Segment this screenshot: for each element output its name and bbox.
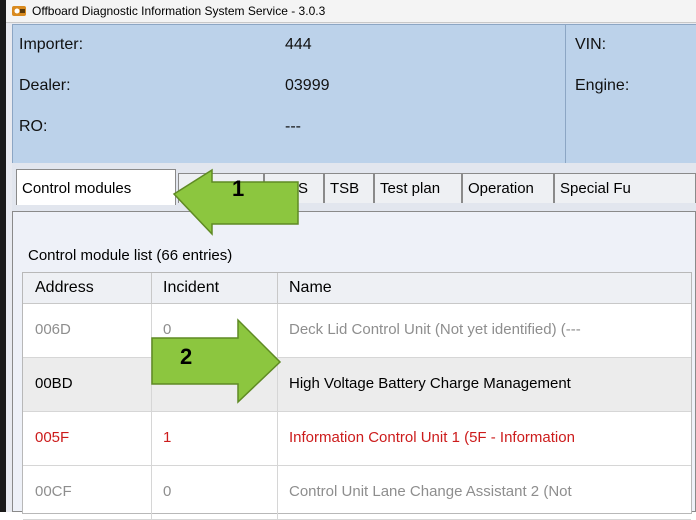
tab-label: Test plan — [380, 180, 441, 197]
callout-number-1: 1 — [232, 176, 245, 201]
column-divider — [151, 412, 152, 465]
callout-number-2: 2 — [180, 344, 193, 369]
incident-cell: 1 — [163, 429, 172, 446]
ro-value: --- — [285, 118, 301, 135]
table-header: Address Incident Name — [23, 273, 691, 304]
tab-label: Control modules — [22, 180, 132, 197]
column-header-incident[interactable]: Incident — [163, 279, 219, 297]
vehicle-info-panel: Importer: 444 Dealer: 03999 RO: --- VIN:… — [12, 24, 696, 164]
dealer-value: 03999 — [285, 77, 330, 94]
name-cell: Deck Lid Control Unit (Not yet identifie… — [289, 321, 581, 338]
table-row-fault[interactable]: 005F 1 Information Control Unit 1 (5F - … — [23, 412, 691, 466]
tab-special-functions[interactable]: Special Fu — [554, 173, 696, 203]
address-cell: 00BD — [35, 375, 73, 392]
column-divider[interactable] — [151, 273, 152, 303]
tab-operation[interactable]: Operation — [462, 173, 554, 203]
vin-label: VIN: — [575, 36, 607, 53]
control-module-list-title: Control module list (66 entries) — [28, 247, 233, 264]
tab-label: Special Fu — [560, 180, 631, 197]
column-divider[interactable] — [277, 273, 278, 303]
tab-strip: Control modules ... DISS TSB Test plan O… — [12, 163, 696, 211]
tab-control-modules[interactable]: Control modules — [16, 169, 176, 205]
engine-label: Engine: — [575, 77, 630, 94]
address-cell: 005F — [35, 429, 70, 446]
address-cell: 006D — [35, 321, 71, 338]
name-cell: High Voltage Battery Charge Management — [289, 375, 571, 392]
dealer-label: Dealer: — [19, 77, 71, 94]
tab-label: TSB — [330, 180, 360, 197]
odis-app-icon — [12, 6, 26, 16]
column-header-address[interactable]: Address — [35, 279, 94, 297]
ro-label: RO: — [19, 118, 48, 135]
info-divider — [565, 25, 566, 163]
tab-test-plan[interactable]: Test plan — [374, 173, 462, 203]
column-divider — [151, 466, 152, 519]
name-cell: Control Unit Lane Change Assistant 2 (No… — [289, 483, 572, 500]
control-module-table: Address Incident Name 006D 0 Deck Lid Co… — [22, 272, 692, 520]
name-cell: Information Control Unit 1 (5F - Informa… — [289, 429, 575, 446]
column-divider — [277, 466, 278, 519]
callout-arrow-2 — [151, 318, 282, 404]
title-bar: Offboard Diagnostic Information System S… — [6, 0, 696, 23]
address-cell: 00CF — [35, 483, 72, 500]
window-title: Offboard Diagnostic Information System S… — [32, 4, 326, 18]
column-header-name[interactable]: Name — [289, 279, 332, 297]
tab-tsb[interactable]: TSB — [324, 173, 374, 203]
importer-label: Importer: — [19, 36, 84, 53]
table-row[interactable]: 006D 0 Deck Lid Control Unit (Not yet id… — [23, 304, 691, 358]
incident-cell: 0 — [163, 483, 172, 500]
table-row-selected[interactable]: 00BD High Voltage Battery Charge Managem… — [23, 358, 691, 412]
importer-value: 444 — [285, 36, 312, 53]
column-divider — [277, 412, 278, 465]
tab-label: Operation — [468, 180, 534, 197]
